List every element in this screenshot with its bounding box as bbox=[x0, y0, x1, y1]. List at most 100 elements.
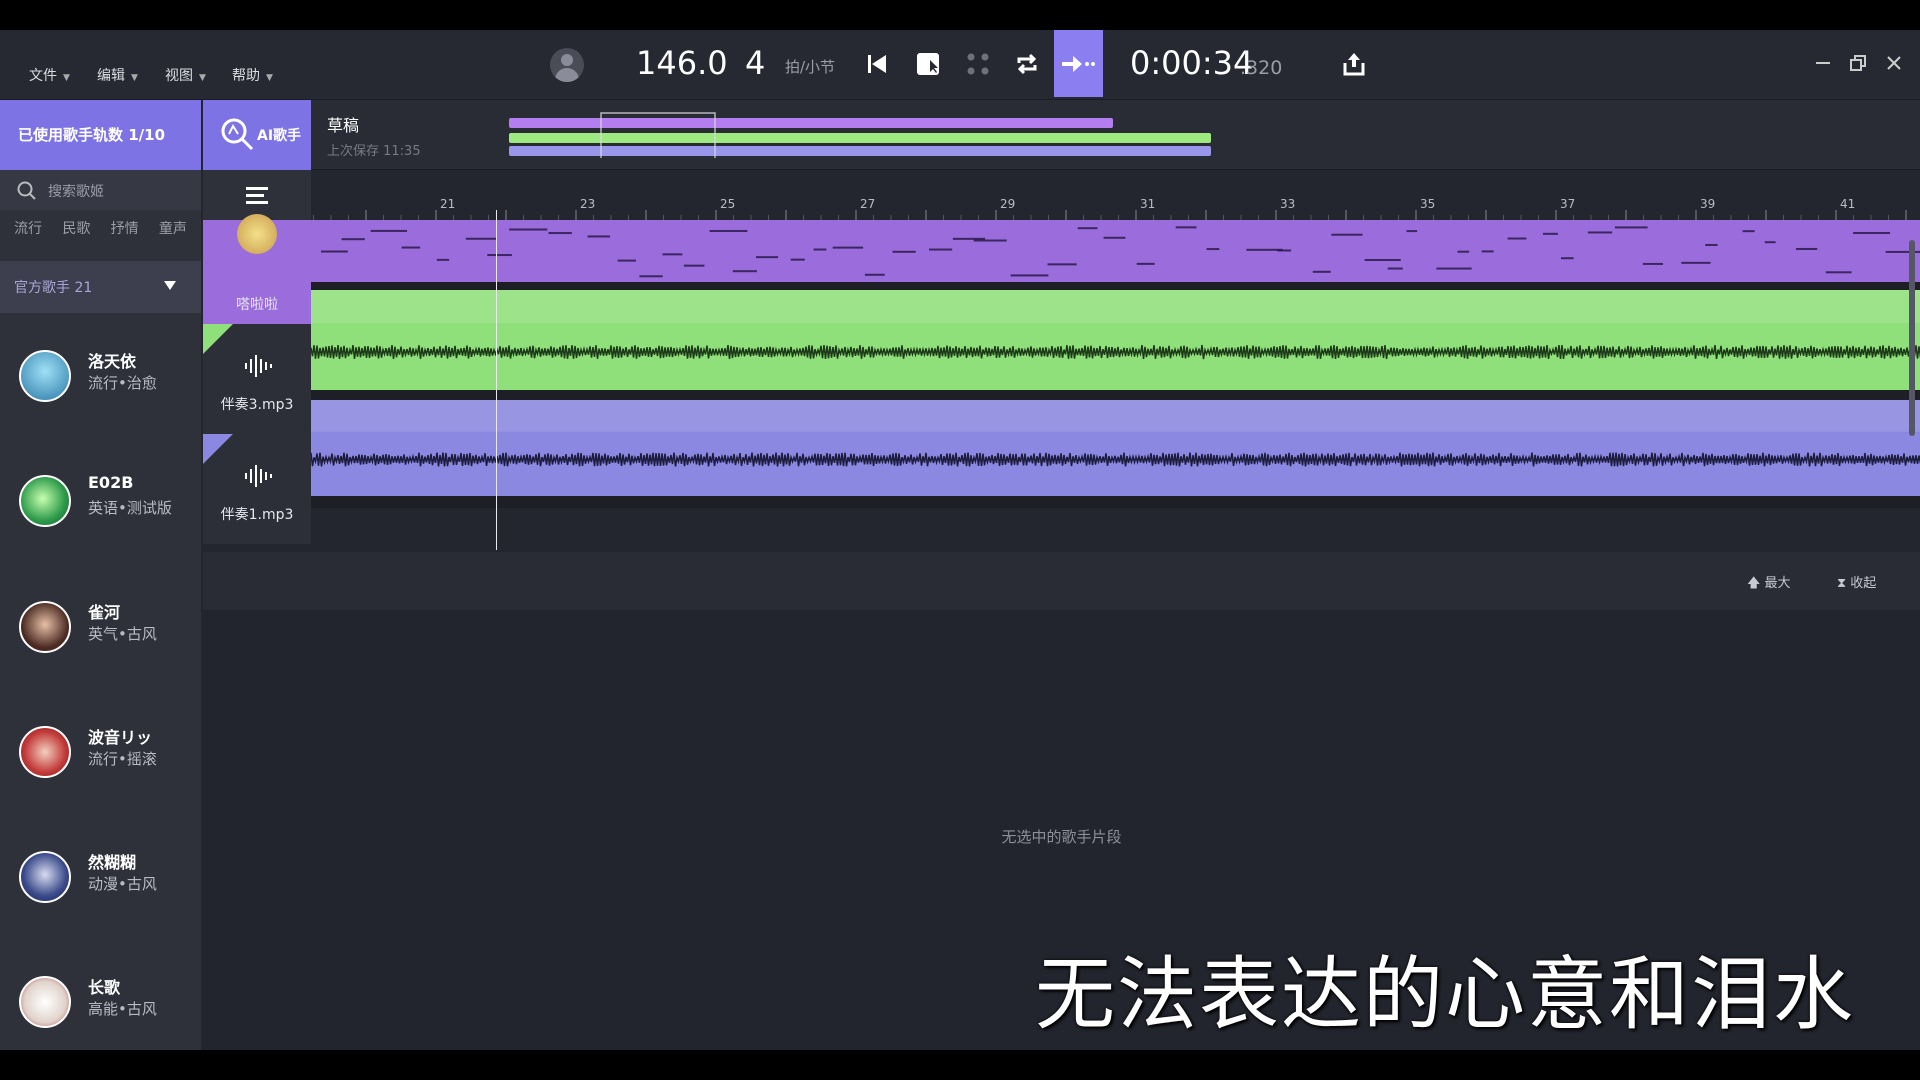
menu-view[interactable]: 视图 ▼ bbox=[165, 65, 206, 85]
search-icon bbox=[17, 181, 36, 200]
collapse-icon: ⧗ bbox=[1837, 576, 1851, 591]
draft-title: 草稿 bbox=[327, 116, 360, 135]
singer-item[interactable]: E02B 英语•测试版 bbox=[0, 451, 201, 576]
track-header-audio-1[interactable]: 伴奏3.mp3 bbox=[203, 324, 311, 434]
ai-singer-button[interactable]: AI歌手 bbox=[203, 100, 311, 170]
empty-selection-message: 无选中的歌手片段 bbox=[1001, 828, 1122, 846]
waveform-icon bbox=[245, 355, 272, 377]
loop-icon bbox=[1017, 53, 1037, 75]
menu-edit[interactable]: 编辑 ▼ bbox=[97, 65, 138, 85]
genre-folk[interactable]: 民歌 bbox=[62, 218, 90, 238]
singer-avatar bbox=[19, 976, 71, 1028]
overview-minimap[interactable] bbox=[509, 112, 1219, 158]
follow-playhead-button[interactable] bbox=[1054, 30, 1103, 97]
note-mark bbox=[587, 235, 611, 238]
top-bar: 文件 ▼ 编辑 ▼ 视图 ▼ 帮助 ▼ 146.0 4 拍/小节 0:00:34 .32… bbox=[0, 30, 1920, 100]
note-mark bbox=[790, 258, 805, 261]
note-mark bbox=[401, 246, 421, 249]
note-mark bbox=[436, 258, 450, 261]
note-mark bbox=[1587, 231, 1613, 234]
official-singers-dropdown[interactable]: 官方歌手 21 bbox=[0, 261, 201, 313]
singer-item[interactable]: 洛天依 流行•治愈 bbox=[0, 326, 201, 451]
genre-pop[interactable]: 流行 bbox=[14, 218, 42, 238]
note-mark bbox=[1742, 230, 1755, 233]
minimize-button[interactable] bbox=[1808, 48, 1838, 78]
snap-button[interactable] bbox=[958, 44, 998, 84]
singer-item[interactable]: 雀河 英气•古风 bbox=[0, 577, 201, 702]
note-mark bbox=[756, 256, 779, 259]
track-color-corner bbox=[203, 434, 233, 464]
singer-item[interactable]: 长歌 高能•古风 bbox=[0, 952, 201, 1050]
note-mark bbox=[1246, 248, 1283, 251]
beats-value[interactable]: 4 bbox=[745, 44, 765, 82]
note-mark bbox=[929, 248, 953, 251]
note-mark bbox=[639, 275, 663, 278]
track-header-audio-2[interactable]: 伴奏1.mp3 bbox=[203, 434, 311, 544]
arrow-right-dots-icon bbox=[1061, 55, 1095, 72]
note-mark bbox=[1077, 227, 1098, 230]
close-button[interactable] bbox=[1879, 48, 1909, 78]
user-avatar-icon[interactable] bbox=[550, 48, 584, 82]
note-mark bbox=[1406, 230, 1418, 233]
ai-search-icon bbox=[221, 118, 254, 151]
restore-button[interactable] bbox=[1843, 48, 1873, 78]
note-mark bbox=[1436, 267, 1472, 270]
note-mark bbox=[1507, 237, 1527, 240]
minimize-icon bbox=[1816, 62, 1830, 64]
time-ms-display: .320 bbox=[1240, 57, 1283, 79]
vocal-clip[interactable] bbox=[311, 220, 1920, 282]
ruler-label: 21 bbox=[440, 197, 455, 211]
track-color-corner bbox=[203, 324, 233, 354]
note-mark bbox=[1642, 262, 1664, 265]
export-button[interactable] bbox=[1334, 44, 1374, 84]
search-input[interactable]: 搜索歌姬 bbox=[0, 170, 201, 210]
track-lanes[interactable] bbox=[311, 220, 1920, 552]
minimap-track-blue bbox=[509, 146, 1211, 156]
note-mark bbox=[1277, 249, 1292, 252]
vertical-scrollbar[interactable] bbox=[1909, 240, 1915, 436]
note-mark bbox=[487, 254, 512, 257]
note-mark bbox=[1387, 267, 1403, 270]
track-headers: 嗒啦啦 伴奏3.mp3 伴奏1.mp3 bbox=[203, 214, 311, 544]
singer-item[interactable]: 波音リッ 流行•摇滚 bbox=[0, 702, 201, 827]
singer-avatar bbox=[19, 475, 71, 527]
track-menu-button[interactable] bbox=[203, 170, 311, 220]
note-mark bbox=[1481, 250, 1494, 253]
note-mark bbox=[617, 259, 637, 262]
ruler-label: 31 bbox=[1140, 197, 1155, 211]
draft-panel: 草稿 上次保存 11:35 bbox=[311, 100, 1920, 170]
menu-file[interactable]: 文件 ▼ bbox=[29, 65, 70, 85]
menu-help[interactable]: 帮助 ▼ bbox=[232, 65, 273, 85]
rewind-button[interactable] bbox=[857, 44, 897, 84]
note-mark bbox=[548, 232, 572, 235]
genre-lyric[interactable]: 抒情 bbox=[111, 218, 139, 238]
collapse-panel-button[interactable]: ⧗ 收起 bbox=[1837, 572, 1876, 591]
singer-sidebar: 已使用歌手轨数 1/10 搜索歌姬 流行 民歌 抒情 童声 官方歌手 21 洛天… bbox=[0, 100, 201, 1050]
singer-avatar bbox=[19, 350, 71, 402]
genre-child[interactable]: 童声 bbox=[159, 218, 187, 238]
timeline-ruler[interactable]: 21 23 25 27 29 31 33 35 37 39 41 bbox=[311, 170, 1920, 220]
restore-icon bbox=[1850, 55, 1866, 71]
tempo-value[interactable]: 146.0 bbox=[636, 44, 728, 82]
note-mark bbox=[1681, 261, 1711, 264]
singer-item[interactable]: 然糊糊 动漫•古风 bbox=[0, 827, 201, 952]
loop-button[interactable] bbox=[1007, 44, 1047, 84]
arrangement-timeline[interactable]: 21 23 25 27 29 31 33 35 37 39 41 bbox=[311, 170, 1920, 552]
note-mark bbox=[1331, 233, 1363, 236]
maximize-panel-button[interactable]: 🡅 最大 bbox=[1747, 572, 1791, 596]
ruler-label: 25 bbox=[720, 197, 735, 211]
minimap-track-green bbox=[509, 133, 1211, 143]
track-header-vocal[interactable]: 嗒啦啦 bbox=[203, 214, 311, 324]
note-mark bbox=[1206, 248, 1220, 251]
note-mark bbox=[321, 250, 348, 253]
note-mark bbox=[1764, 241, 1776, 244]
singer-avatar bbox=[19, 726, 71, 778]
ruler-label: 39 bbox=[1700, 197, 1715, 211]
note-mark bbox=[892, 250, 916, 253]
list-menu-icon bbox=[246, 187, 268, 204]
ruler-label: 33 bbox=[1280, 197, 1295, 211]
track-usage-banner: 已使用歌手轨数 1/10 bbox=[0, 100, 201, 170]
stop-button[interactable] bbox=[908, 44, 948, 84]
playhead[interactable] bbox=[496, 210, 497, 550]
singer-avatar bbox=[19, 851, 71, 903]
